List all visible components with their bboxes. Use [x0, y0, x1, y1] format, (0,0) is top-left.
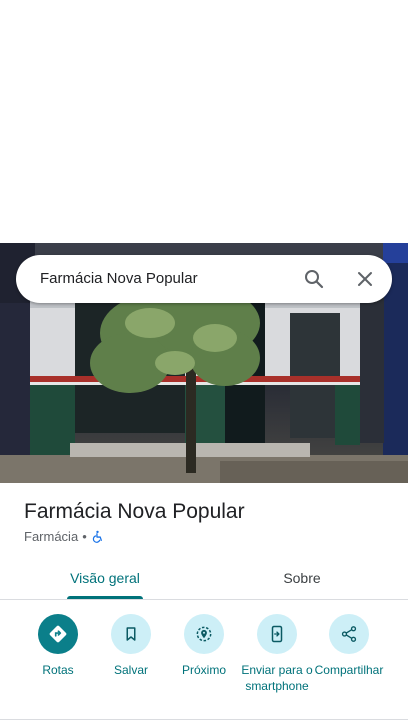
- wheelchair-icon: [91, 530, 104, 543]
- save-button[interactable]: Salvar: [94, 614, 168, 678]
- search-bar[interactable]: Farmácia Nova Popular: [16, 255, 392, 303]
- share-icon[interactable]: [329, 614, 369, 654]
- share-label: Compartilhar: [314, 663, 384, 677]
- close-icon[interactable]: [353, 267, 377, 291]
- place-title: Farmácia Nova Popular: [24, 500, 245, 523]
- nearby-button[interactable]: Próximo: [167, 614, 241, 678]
- search-icon[interactable]: [302, 267, 326, 291]
- send-to-phone-icon[interactable]: [257, 614, 297, 654]
- place-subtitle: Farmácia •: [24, 529, 104, 544]
- bottom-divider: [0, 719, 408, 720]
- send-to-phone-button[interactable]: Enviar para o smartphone: [240, 614, 314, 694]
- separator-dot: •: [82, 529, 87, 544]
- action-buttons-row: Rotas Salvar Próximo Enviar para o smart…: [0, 614, 408, 714]
- nearby-icon[interactable]: [184, 614, 224, 654]
- tab-bar: Visão geral Sobre: [0, 557, 408, 599]
- place-category: Farmácia: [24, 529, 79, 544]
- nearby-label: Próximo: [181, 663, 226, 677]
- map-blank-area: [0, 0, 408, 243]
- save-label: Salvar: [113, 663, 148, 677]
- tab-overview[interactable]: Visão geral: [3, 557, 207, 599]
- directions-label: Rotas: [42, 663, 74, 677]
- tab-about[interactable]: Sobre: [200, 557, 404, 599]
- directions-icon[interactable]: [38, 614, 78, 654]
- tabs-divider: [0, 599, 408, 600]
- share-button[interactable]: Compartilhar: [312, 614, 386, 678]
- directions-button[interactable]: Rotas: [21, 614, 95, 678]
- search-query-text[interactable]: Farmácia Nova Popular: [40, 270, 198, 287]
- send-to-phone-label: Enviar para o smartphone: [241, 663, 313, 693]
- bookmark-icon[interactable]: [111, 614, 151, 654]
